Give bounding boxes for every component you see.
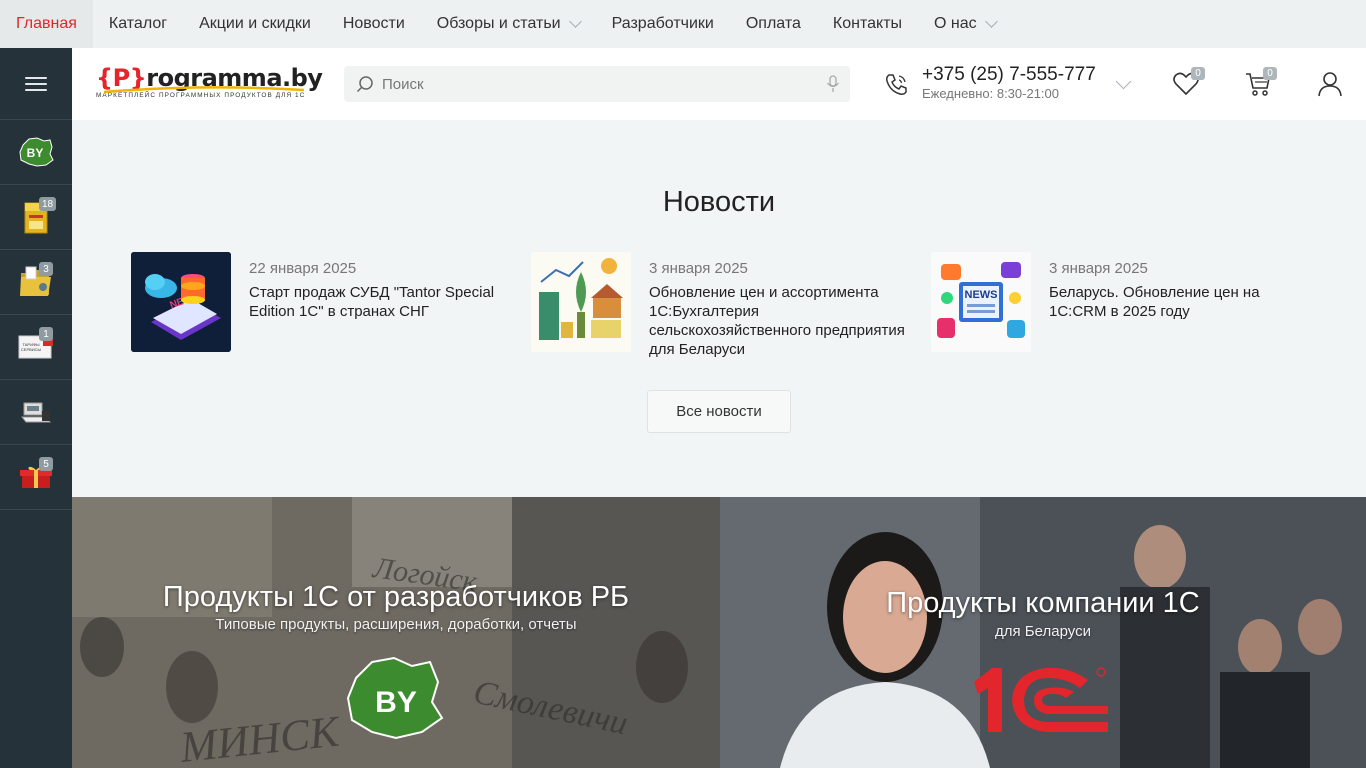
banner-1c-products[interactable]: Продукты компании 1С для Беларуси — [720, 497, 1366, 768]
nav-catalog-label: Каталог — [108, 15, 168, 32]
news-thumb-text: NEWS — [965, 289, 998, 301]
nav-news-label: Новости — [342, 15, 405, 32]
agriculture-accounting-image — [531, 252, 631, 352]
belarus-map-icon: BY — [19, 137, 54, 167]
nav-payment[interactable]: Оплата — [730, 0, 817, 48]
logo-swoosh — [104, 86, 304, 94]
news-thumbnail[interactable] — [531, 252, 631, 352]
microphone-icon[interactable] — [826, 75, 840, 93]
news-title[interactable]: Старт продаж СУБД "Tantor Special Editio… — [249, 283, 519, 321]
nav-reviews-label: Обзоры и статьи — [436, 15, 561, 32]
banner-title: Продукты компании 1С — [886, 587, 1200, 619]
banner-title: Продукты 1С от разработчиков РБ — [162, 581, 630, 613]
sidebar-item-products[interactable]: 18 — [0, 185, 72, 250]
nav-about-label: О нас — [934, 15, 977, 32]
tariffs-count-badge: 1 — [39, 327, 53, 341]
sidebar-item-tariffs[interactable]: ТАРИФЫ СЕРВИСЫ 1 — [0, 315, 72, 380]
news-thumbnail[interactable]: NEWS — [931, 252, 1031, 352]
news-thumbnail[interactable]: NEWS — [131, 252, 231, 352]
hamburger-menu-button[interactable] — [0, 48, 72, 120]
folders-count-badge: 3 — [39, 262, 53, 276]
by-badge-text: BY — [375, 686, 417, 719]
news-item[interactable]: 3 января 2025 Обновление цен и ассортиме… — [531, 252, 911, 372]
user-icon[interactable] — [1316, 70, 1344, 98]
banner-belarus-developers[interactable]: Логойск Смолевичи МИНСК Продукты 1С от р… — [72, 497, 720, 768]
colorful-news-image: NEWS — [931, 252, 1031, 352]
phone-number[interactable]: +375 (25) 7-555-777 — [922, 64, 1096, 86]
chevron-down-icon — [568, 15, 582, 28]
sidebar-item-folders[interactable]: 3 — [0, 250, 72, 315]
nav-about[interactable]: О нас — [918, 0, 1012, 48]
news-title[interactable]: Беларусь. Обновление цен на 1С:CRM в 202… — [1049, 283, 1319, 321]
news-item[interactable]: NEWS 3 января 2025 Беларусь. Обновление … — [931, 252, 1311, 372]
sidebar-item-gifts[interactable]: 5 — [0, 445, 72, 510]
wishlist-count-badge: 0 — [1191, 67, 1205, 80]
chevron-down-icon[interactable] — [1115, 73, 1132, 90]
nav-developers-label: Разработчики — [611, 15, 714, 32]
site-logo[interactable]: {P}rogramma.by МАРКЕТПЛЕЙС ПРОГРАММНЫХ П… — [96, 64, 323, 106]
nav-contacts-label: Контакты — [832, 15, 903, 32]
news-item[interactable]: NEWS 22 января 2025 Старт продаж СУБД "T… — [131, 252, 511, 372]
site-header: {P}rogramma.by МАРКЕТПЛЕЙС ПРОГРАММНЫХ П… — [72, 48, 1366, 120]
nav-home[interactable]: Главная — [0, 0, 93, 48]
all-news-button[interactable]: Все новости — [647, 390, 791, 433]
nav-promotions-label: Акции и скидки — [199, 15, 311, 32]
news-heading: Новости — [662, 186, 776, 218]
database-news-image: NEWS — [131, 252, 231, 352]
nav-news[interactable]: Новости — [327, 0, 421, 48]
nav-contacts[interactable]: Контакты — [817, 0, 918, 48]
hardware-devices-icon — [20, 402, 52, 423]
news-date: 22 января 2025 — [249, 260, 357, 277]
nav-payment-label: Оплата — [745, 15, 801, 32]
sidebar-item-hardware[interactable] — [0, 380, 72, 445]
products-count-badge: 18 — [39, 197, 57, 211]
news-section: Новости NEWS 22 января 2025 Старт продаж… — [72, 120, 1366, 497]
banner-subtitle: для Беларуси — [995, 623, 1091, 640]
news-date: 3 января 2025 — [649, 260, 748, 277]
nav-promotions[interactable]: Акции и скидки — [183, 0, 327, 48]
cart-count-badge: 0 — [1263, 67, 1277, 80]
search-input[interactable] — [382, 75, 812, 93]
banner-subtitle: Типовые продукты, расширения, доработки,… — [215, 616, 577, 633]
hamburger-icon — [25, 76, 47, 91]
sidebar-item-belarus[interactable]: BY — [0, 120, 72, 185]
belarus-label: BY — [27, 146, 44, 160]
news-title[interactable]: Обновление цен и ассортимента 1С:Бухгалт… — [649, 283, 919, 359]
nav-reviews[interactable]: Обзоры и статьи — [421, 0, 596, 48]
chevron-down-icon — [984, 15, 998, 28]
search-bar — [344, 66, 850, 102]
nav-catalog[interactable]: Каталог — [93, 0, 183, 48]
phone-icon[interactable] — [884, 72, 910, 98]
news-date: 3 января 2025 — [1049, 260, 1148, 277]
working-hours: Ежедневно: 8:30-21:00 — [922, 86, 1060, 101]
gifts-count-badge: 5 — [39, 457, 53, 471]
1c-logo — [974, 667, 1108, 732]
search-icon[interactable] — [356, 75, 374, 93]
belarus-map-badge: BY — [346, 656, 444, 740]
svg-text:СЕРВИСЫ: СЕРВИСЫ — [21, 347, 42, 352]
nav-developers[interactable]: Разработчики — [596, 0, 730, 48]
top-navigation: Главная Каталог Акции и скидки Новости О… — [0, 0, 1366, 48]
nav-home-label: Главная — [16, 15, 77, 32]
left-sidebar: BY 18 3 ТАРИФЫ СЕРВИСЫ 1 5 — [0, 48, 72, 768]
